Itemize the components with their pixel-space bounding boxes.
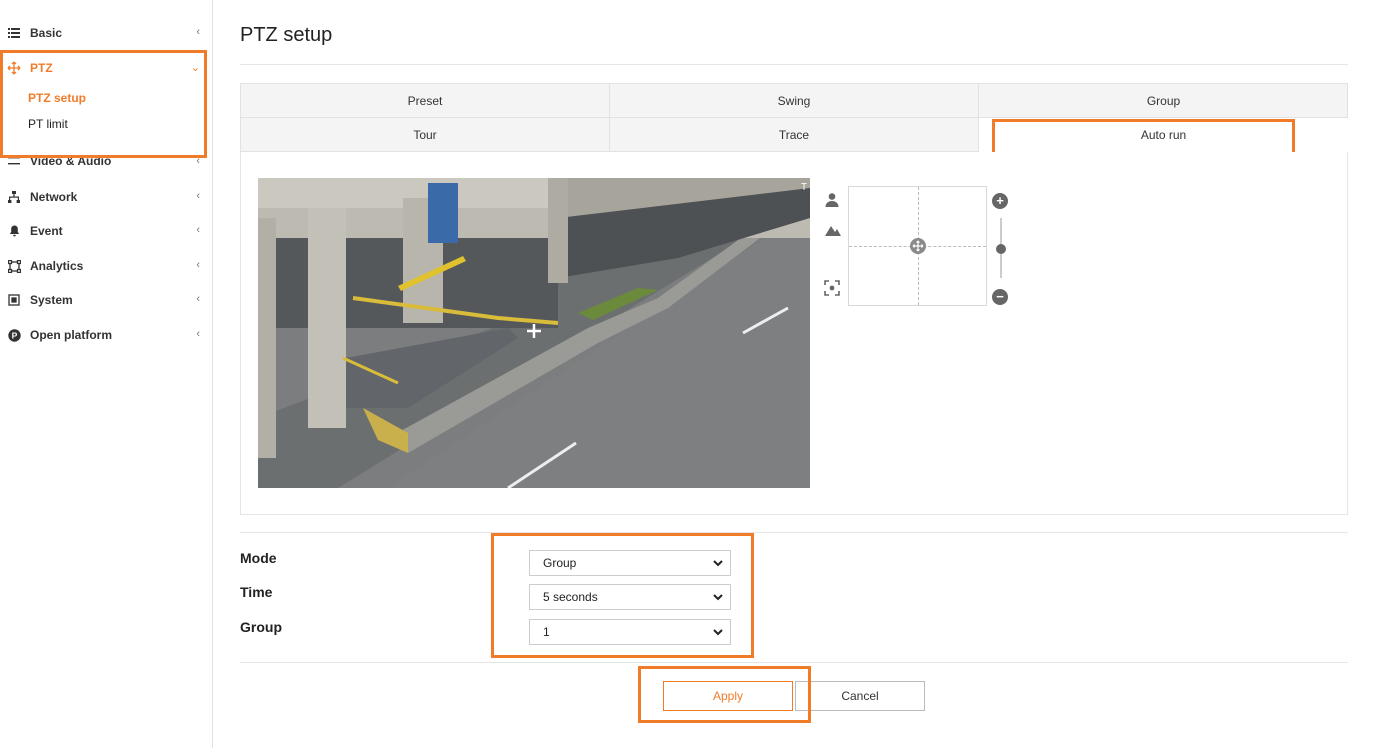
mode-label: Mode	[240, 550, 277, 566]
tab-group[interactable]: Group	[979, 84, 1348, 118]
list-icon	[7, 26, 21, 40]
mode-select[interactable]: Group	[529, 550, 731, 576]
form-bottom-divider	[240, 662, 1348, 663]
group-select[interactable]: 1	[529, 619, 731, 645]
sidebar-item-basic[interactable]: Basic ‹	[0, 18, 212, 48]
group-select-value: 1	[543, 625, 550, 639]
zoom-out-icon[interactable]: −	[992, 289, 1008, 305]
chevron-left-icon: ‹	[196, 328, 200, 340]
chevron-left-icon: ‹	[196, 155, 200, 167]
sidebar: Basic ‹ PTZ ⌄ PTZ setup PT limit Video &…	[0, 0, 213, 748]
sidebar-item-label: Network	[30, 190, 78, 204]
ptz-tabs: Preset Swing Group Tour Trace Auto run	[240, 83, 1348, 152]
group-label: Group	[240, 619, 282, 635]
sidebar-item-label: Basic	[30, 26, 63, 40]
sidebar-item-label: Video & Audio	[30, 154, 112, 168]
platform-icon: P	[7, 328, 21, 342]
sidebar-item-label: Analytics	[30, 259, 84, 273]
move-icon	[7, 61, 21, 75]
ptz-control-pad[interactable]	[848, 186, 987, 306]
sidebar-item-network[interactable]: Network ‹	[0, 182, 212, 212]
chevron-down-icon	[712, 557, 724, 569]
svg-text:T: T	[801, 182, 807, 193]
sidebar-subitem-ptz-setup[interactable]: PTZ setup	[28, 91, 86, 105]
focus-icon[interactable]	[824, 280, 842, 298]
person-icon[interactable]	[824, 192, 842, 210]
tab-tour[interactable]: Tour	[241, 118, 610, 152]
time-select[interactable]: 5 seconds	[529, 584, 731, 610]
svg-text:P: P	[11, 330, 17, 340]
sidebar-item-system[interactable]: System ‹	[0, 285, 212, 315]
cancel-button[interactable]: Cancel	[795, 681, 925, 711]
chevron-left-icon: ‹	[196, 293, 200, 305]
network-icon	[7, 190, 21, 204]
mode-select-value: Group	[543, 556, 577, 570]
tab-preset[interactable]: Preset	[241, 84, 610, 118]
sliders-icon	[7, 154, 21, 168]
time-select-value: 5 seconds	[543, 590, 598, 604]
camera-live-view[interactable]: T	[258, 178, 810, 488]
apply-button[interactable]: Apply	[663, 681, 793, 711]
zoom-slider-thumb[interactable]	[996, 244, 1006, 254]
page-title: PTZ setup	[240, 24, 333, 46]
title-divider	[240, 64, 1348, 65]
tab-auto-run[interactable]: Auto run	[979, 118, 1348, 152]
sidebar-item-label: System	[30, 293, 73, 307]
tab-trace[interactable]: Trace	[610, 118, 979, 152]
analytics-icon	[7, 259, 21, 273]
sidebar-item-label: PTZ	[30, 61, 53, 75]
chevron-left-icon: ‹	[196, 26, 200, 38]
chevron-left-icon: ‹	[196, 224, 200, 236]
chevron-down-icon	[712, 591, 724, 603]
sidebar-item-video-audio[interactable]: Video & Audio ‹	[0, 147, 212, 175]
chevron-left-icon: ‹	[196, 190, 200, 202]
chevron-left-icon: ‹	[196, 259, 200, 271]
sidebar-item-label: Event	[30, 224, 63, 238]
zoom-in-icon[interactable]: +	[992, 193, 1008, 209]
sidebar-item-open-platform[interactable]: P Open platform ‹	[0, 320, 212, 350]
landscape-icon[interactable]	[824, 222, 842, 240]
sidebar-item-ptz[interactable]: PTZ ⌄	[0, 53, 212, 83]
sidebar-item-event[interactable]: Event ‹	[0, 216, 212, 246]
move-handle-icon[interactable]	[910, 238, 926, 254]
chevron-down-icon: ⌄	[190, 62, 200, 74]
tab-swing[interactable]: Swing	[610, 84, 979, 118]
chevron-down-icon	[712, 626, 724, 638]
time-label: Time	[240, 584, 273, 600]
sidebar-subitem-pt-limit[interactable]: PT limit	[28, 117, 68, 131]
system-icon	[7, 293, 21, 307]
bell-icon	[7, 224, 21, 238]
sidebar-item-label: Open platform	[30, 328, 113, 342]
form-top-divider	[240, 532, 1348, 533]
sidebar-item-analytics[interactable]: Analytics ‹	[0, 251, 212, 281]
